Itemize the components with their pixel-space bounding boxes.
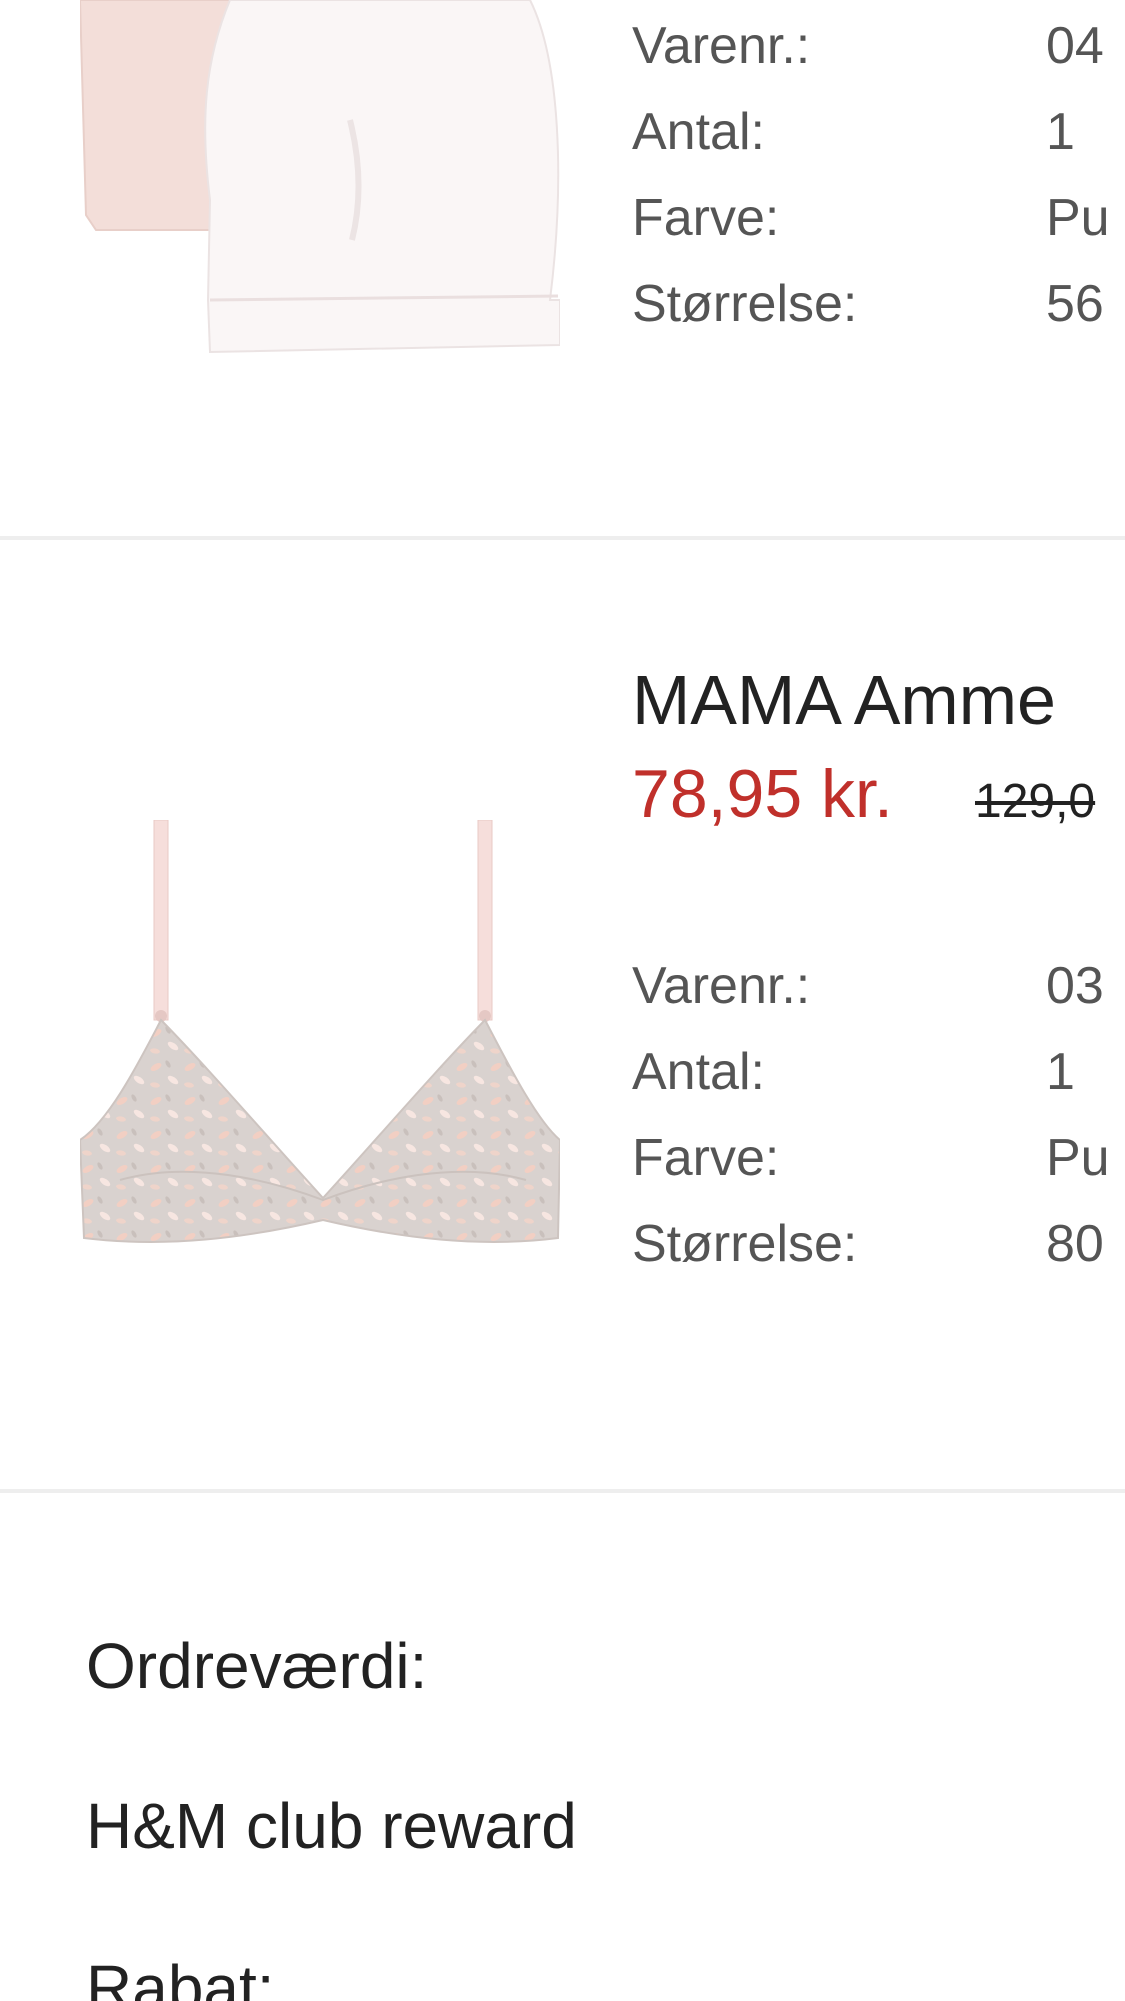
discount-label: Rabat: <box>86 1952 275 2001</box>
sale-price: 78,95 kr. <box>632 756 893 832</box>
original-price: 129,0 <box>975 775 1096 828</box>
detail-value: Pu <box>1046 1129 1110 1187</box>
detail-value: Pu <box>1046 189 1110 247</box>
detail-label: Varenr.: <box>632 957 811 1015</box>
detail-value: 56 <box>1046 275 1104 333</box>
item-details: Varenr.: 04 Antal: 1 Farve: Pu Størrelse… <box>632 8 1125 333</box>
detail-label: Farve: <box>632 1129 780 1187</box>
detail-label: Farve: <box>632 189 780 247</box>
detail-value: 1 <box>1046 103 1075 161</box>
detail-label: Antal: <box>632 1043 765 1101</box>
order-item: MAMA Amme 78,95 kr. 129,0 Varenr.: 03 An… <box>0 538 1125 1490</box>
order-value-label: Ordreværdi: <box>86 1630 428 1702</box>
detail-label: Størrelse: <box>632 275 858 333</box>
detail-value: 80 <box>1046 1215 1104 1273</box>
detail-value: 1 <box>1046 1043 1075 1101</box>
nursing-bra-image <box>78 819 562 1280</box>
product-title[interactable]: MAMA Amme <box>632 660 1056 740</box>
detail-label: Antal: <box>632 103 765 161</box>
detail-value: 03 <box>1046 957 1104 1015</box>
order-confirmation-page: Varenr.: 04 Antal: 1 Farve: Pu Størrelse… <box>0 0 1125 2001</box>
detail-value: 04 <box>1046 17 1104 75</box>
order-summary: Ordreværdi: H&M club reward Rabat: <box>0 1492 1125 2001</box>
club-reward-label: H&M club reward <box>86 1790 577 1862</box>
item-details: Varenr.: 03 Antal: 1 Farve: Pu Størrelse… <box>632 956 1125 1273</box>
detail-label: Størrelse: <box>632 1215 858 1273</box>
detail-label: Varenr.: <box>632 17 811 75</box>
order-item: Varenr.: 04 Antal: 1 Farve: Pu Størrelse… <box>0 0 1125 538</box>
beanie-hats-image <box>78 0 561 380</box>
